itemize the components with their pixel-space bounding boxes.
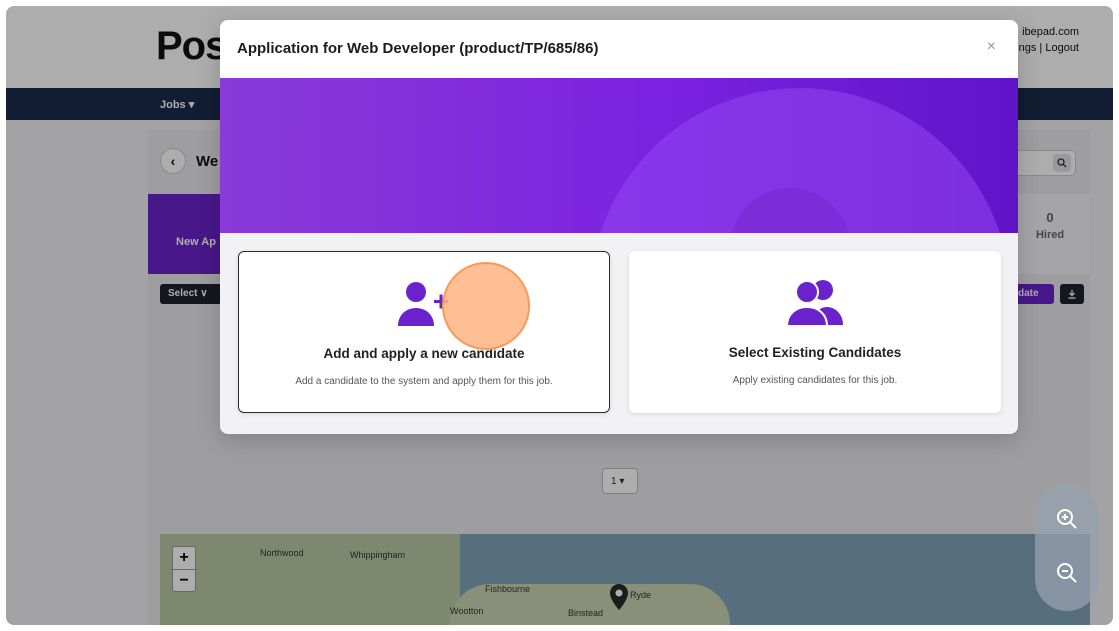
modal-header: Application for Web Developer (product/T… [220,20,1018,78]
modal-banner [220,78,1018,233]
application-modal: Application for Web Developer (product/T… [220,20,1018,434]
modal-title: Application for Web Developer (product/T… [237,40,599,57]
close-icon[interactable]: × [987,38,996,56]
screen-zoom-controls [1035,483,1099,611]
zoom-out-icon[interactable] [1055,561,1079,585]
option-description: Apply existing candidates for this job. [732,375,898,386]
add-new-candidate-option[interactable]: Add and apply a new candidate Add a cand… [238,251,610,413]
option-title: Select Existing Candidates [728,345,902,360]
option-title: Add and apply a new candidate [323,346,525,361]
cursor-click-indicator [442,262,530,350]
option-description: Add a candidate to the system and apply … [295,376,553,387]
select-existing-candidates-option[interactable]: Select Existing Candidates Apply existin… [629,251,1001,413]
users-icon [785,279,845,332]
zoom-in-icon[interactable] [1055,507,1079,531]
